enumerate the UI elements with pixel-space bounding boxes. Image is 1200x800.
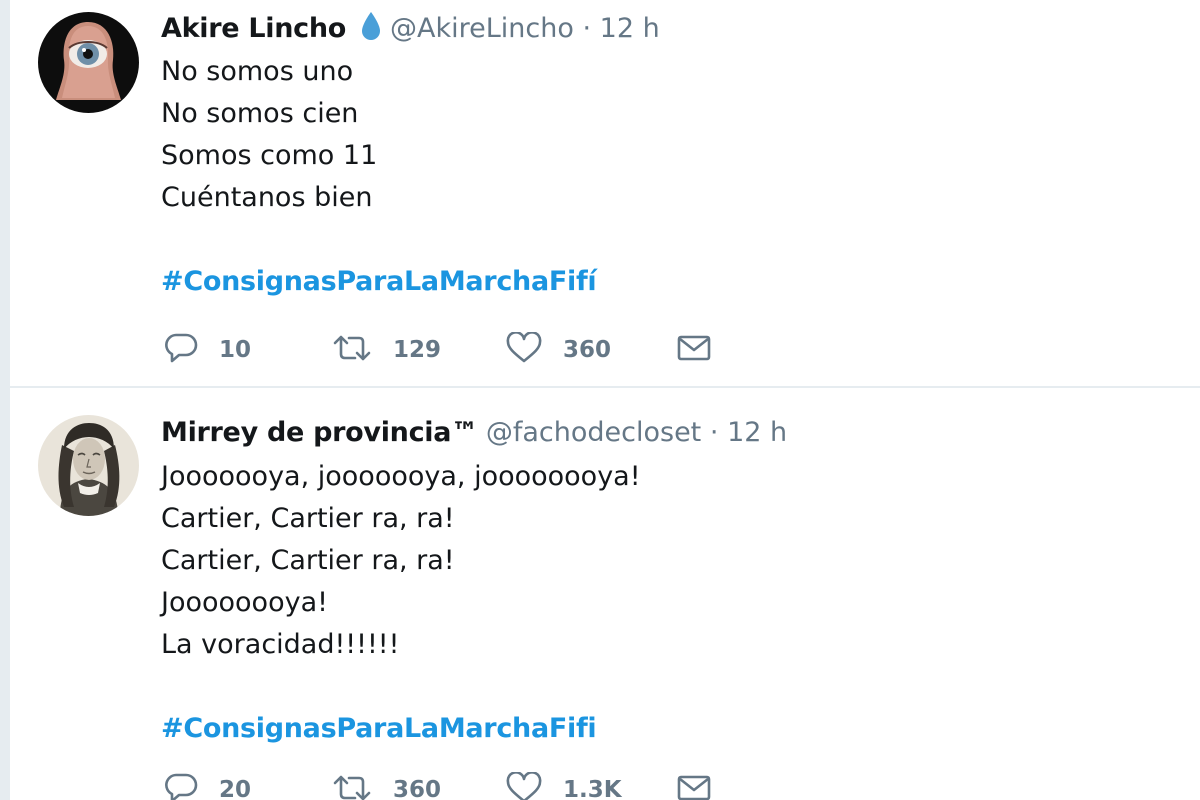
tweet-actions: 20 360 1.3K [161,770,861,800]
direct-message-button[interactable] [676,330,712,370]
reply-button[interactable]: 10 [163,330,251,370]
tweet-line: Cartier, Cartier ra, ra! [161,503,455,534]
heart-icon [505,331,543,368]
user-handle[interactable]: @AkireLincho [390,13,574,44]
header-separator: · [582,13,592,44]
reply-count: 20 [219,777,252,800]
tweet-text: Jooooooya, jooooooya, joooooooya! Cartie… [161,456,641,750]
tweet-line: No somos cien [161,98,359,129]
user-handle[interactable]: @fachodecloset [486,417,701,448]
tweet-actions: 10 129 360 [161,330,861,370]
like-count: 1.3K [563,777,622,800]
tweet-text: No somos uno No somos cien Somos como 11… [161,51,597,303]
retweet-icon [331,332,373,368]
avatar[interactable] [38,12,139,113]
reply-icon [163,332,199,368]
tweet-header: Mirrey de provincia™ @fachodecloset · 12 … [161,416,787,450]
like-button[interactable]: 360 [505,330,611,370]
reply-icon [163,772,199,800]
water-drop-icon [360,11,382,50]
tweet-line: Cuéntanos bien [161,182,373,213]
tweet[interactable]: Mirrey de provincia™ @fachodecloset · 12 … [10,388,1200,800]
display-name[interactable]: Akire Lincho [161,13,346,44]
tweet-line: Jooooooya, jooooooya, joooooooya! [161,461,641,492]
tweet-header: Akire Lincho @AkireLincho · 12 h [161,11,660,50]
tweet-timestamp[interactable]: 12 h [600,13,660,44]
reply-count: 10 [219,337,252,363]
retweet-button[interactable]: 129 [331,330,441,370]
envelope-icon [676,333,712,367]
heart-icon [505,771,543,800]
hashtag-link[interactable]: #ConsignasParaLaMarchaFifi [161,708,641,750]
timeline: Akire Lincho @AkireLincho · 12 h No somos… [0,0,1200,800]
retweet-button[interactable]: 360 [331,770,441,800]
envelope-icon [676,773,712,800]
tweet-line: No somos uno [161,56,354,87]
avatar-eye-image [38,12,139,113]
like-button[interactable]: 1.3K [505,770,622,800]
avatar[interactable] [38,415,139,516]
tweet[interactable]: Akire Lincho @AkireLincho · 12 h No somos… [10,0,1200,387]
retweet-count: 129 [393,337,442,363]
direct-message-button[interactable] [676,770,712,800]
tweet-line: La voracidad!!!!!! [161,629,400,660]
like-count: 360 [563,337,612,363]
tweet-line: Cartier, Cartier ra, ra! [161,545,455,576]
avatar-portrait-image [38,415,139,516]
retweet-count: 360 [393,777,442,800]
display-name[interactable]: Mirrey de provincia™ [161,417,478,448]
tweet-line: Joooooooya! [161,587,328,618]
hashtag-link[interactable]: #ConsignasParaLaMarchaFifí [161,261,597,303]
reply-button[interactable]: 20 [163,770,251,800]
timeline-left-border [0,0,10,800]
header-separator: · [709,417,719,448]
tweet-line: Somos como 11 [161,140,378,171]
retweet-icon [331,772,373,800]
tweet-timestamp[interactable]: 12 h [727,417,787,448]
